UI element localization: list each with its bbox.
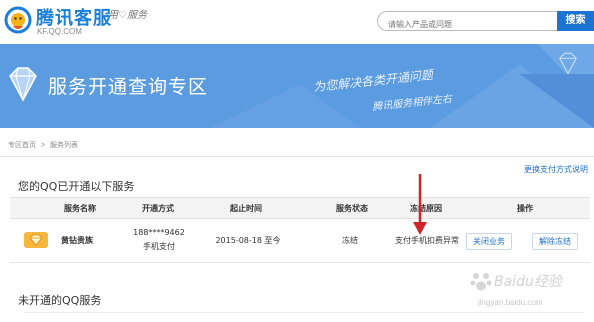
- diamond-icon: [559, 52, 577, 75]
- unopened-services-title: 未开通的QQ服务: [18, 294, 102, 307]
- service-period: 2015-08-18 至今: [215, 236, 281, 245]
- payment-phone: 188****9462: [133, 228, 185, 237]
- paw-watermark-icon: [470, 273, 492, 291]
- column-header-method: 开通方式: [142, 204, 174, 213]
- breadcrumb-home[interactable]: 专区首页: [8, 142, 36, 149]
- yellow-diamond-badge-icon: [24, 232, 48, 248]
- unfreeze-button[interactable]: 解除冻结: [532, 233, 578, 250]
- column-header-status: 服务状态: [336, 204, 368, 213]
- search-button[interactable]: 搜索: [557, 11, 594, 31]
- freeze-reason: 支付手机扣费异常: [395, 236, 459, 245]
- watermark-brand: Baidu经验: [494, 274, 562, 290]
- divider: [0, 156, 594, 157]
- search-box: [377, 11, 559, 33]
- tencent-logo-icon[interactable]: [4, 6, 32, 34]
- breadcrumb: 专区首页 > 服务列表: [8, 140, 81, 150]
- change-payment-link[interactable]: 更换支付方式说明: [524, 164, 588, 175]
- column-header-period: 起止时间: [230, 204, 262, 213]
- column-header-action: 操作: [517, 204, 533, 213]
- breadcrumb-separator: >: [40, 142, 46, 149]
- services-table-header: 服务名称 开通方式 起止时间 服务状态 冻结原因 操作: [10, 197, 590, 219]
- logo-slogan: 用♡服务: [108, 10, 147, 21]
- payment-method: 手机支付: [143, 242, 175, 251]
- diamond-icon: [9, 67, 37, 102]
- opened-services-title: 您的QQ已开通以下服务: [18, 180, 135, 193]
- table-row: 黄钻贵族 188****9462 手机支付 2015-08-18 至今 冻结 支…: [10, 218, 590, 263]
- column-header-name: 服务名称: [64, 204, 96, 213]
- service-name: 黄钻贵族: [61, 236, 93, 245]
- logo-subtitle: KF.QQ.COM: [37, 27, 82, 36]
- search-input[interactable]: [388, 16, 548, 33]
- site-header: 腾讯客服 KF.QQ.COM 用♡服务 搜索: [0, 0, 594, 44]
- watermark-url: jingyan.baidu.com: [478, 298, 543, 307]
- status-badge: 冻结: [342, 236, 358, 245]
- breadcrumb-current: 服务列表: [50, 142, 78, 149]
- banner: 服务开通查询专区 为您解决各类开通问题 腾讯服务相伴左右: [0, 44, 594, 128]
- banner-title: 服务开通查询专区: [48, 76, 209, 98]
- arrow-annotation-icon: [413, 174, 427, 235]
- close-service-button[interactable]: 关闭业务: [466, 233, 512, 250]
